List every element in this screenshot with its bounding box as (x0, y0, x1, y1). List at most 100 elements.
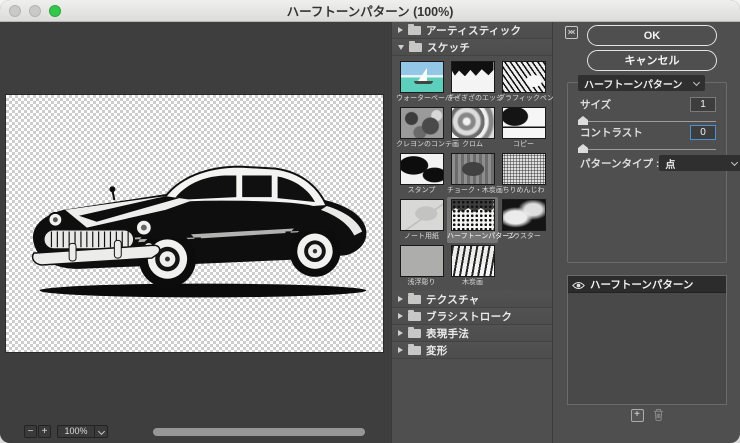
chevron-down-icon (731, 158, 738, 165)
effect-layer-row[interactable]: ハーフトーンパターン (568, 276, 726, 293)
folder-icon (408, 346, 421, 355)
car-preview-image (18, 145, 372, 300)
thumb-note-paper[interactable]: ノート用紙 (396, 197, 447, 243)
category-label: 表現手法 (426, 326, 469, 341)
thumb-label: ちりめんじわ (498, 186, 549, 195)
chevron-down-icon (98, 428, 105, 435)
chevron-right-icon (398, 313, 403, 319)
contrast-slider[interactable] (578, 143, 716, 153)
thumb-label: ウォーターペーパー (396, 94, 447, 103)
thumb-label: ハーフトーンパターン (447, 232, 498, 241)
thumb-torn-edges[interactable]: ぎざぎざのエッジ (447, 59, 498, 105)
chevron-right-icon (398, 347, 403, 353)
slider-track (578, 121, 716, 122)
zoom-level-dropdown[interactable] (94, 425, 108, 438)
thumb-label: チョーク・木炭画 (447, 186, 498, 195)
contrast-input[interactable] (690, 125, 716, 140)
preview-status-bar: − + 100% (0, 419, 391, 443)
thumb-plaster[interactable]: プラスター (498, 197, 549, 243)
window-controls (9, 5, 61, 17)
size-slider[interactable] (578, 115, 716, 125)
toggle-thumbnails-icon[interactable] (565, 26, 578, 39)
new-effect-layer-button[interactable]: + (631, 409, 644, 422)
slider-track (578, 149, 716, 150)
cancel-button[interactable]: キャンセル (587, 50, 717, 71)
category-sketch[interactable]: スケッチ (392, 39, 552, 56)
thumb-image (400, 199, 444, 231)
category-label: ブラシストローク (426, 309, 512, 324)
thumb-label: スタンプ (396, 186, 447, 195)
thumb-chalk-charcoal[interactable]: チョーク・木炭画 (447, 151, 498, 197)
thumb-charcoal[interactable]: 木炭画 (447, 243, 498, 289)
filter-browser-pane: アーティスティック スケッチ ウォーターペーパー ぎざぎざのエッジ グラフィック… (391, 22, 553, 443)
thumb-image (451, 107, 495, 139)
filter-thumbnail-grid: ウォーターペーパー ぎざぎざのエッジ グラフィックペン クレヨンのコンテ画 クロ… (392, 56, 552, 291)
thumb-bas-relief[interactable]: 浅浮彫り (396, 243, 447, 289)
horizontal-scrollbar[interactable] (153, 428, 365, 436)
chevron-down-icon (398, 45, 404, 50)
title-bar[interactable]: ハーフトーンパターン (100%) (0, 0, 740, 22)
thumb-image (502, 153, 546, 185)
effect-layer-actions: + (567, 408, 727, 422)
pattern-type-value: 点 (665, 156, 732, 171)
size-label: サイズ (580, 97, 690, 112)
pattern-type-dropdown[interactable]: 点 (659, 155, 740, 171)
dialog-title: ハーフトーンパターン (100%) (287, 1, 454, 20)
filter-options-group: ハーフトーンパターン サイズ コントラスト パターンタイプ : (567, 82, 727, 263)
thumb-stamp[interactable]: スタンプ (396, 151, 447, 197)
thumb-reticulation[interactable]: ちりめんじわ (498, 151, 549, 197)
visibility-eye-icon[interactable] (568, 276, 586, 293)
zoom-level-value[interactable]: 100% (57, 425, 94, 438)
thumb-image (502, 199, 546, 231)
thumb-graphic-pen[interactable]: グラフィックペン (498, 59, 549, 105)
contrast-row: コントラスト (580, 125, 716, 140)
folder-icon (408, 329, 421, 338)
size-input[interactable] (690, 97, 716, 112)
thumb-image (451, 61, 495, 93)
thumb-image (400, 245, 444, 277)
thumb-label: グラフィックペン (498, 94, 549, 103)
category-artistic[interactable]: アーティスティック (392, 22, 552, 39)
thumb-label: ノート用紙 (396, 232, 447, 241)
image-canvas[interactable] (5, 94, 384, 353)
thumb-image (502, 61, 546, 93)
folder-icon (408, 26, 421, 35)
chevron-right-icon (398, 296, 403, 302)
thumb-image (400, 107, 444, 139)
zoom-out-button[interactable]: − (24, 425, 37, 438)
thumb-chrome[interactable]: クロム (447, 105, 498, 151)
thumb-photocopy[interactable]: コピー (498, 105, 549, 151)
thumb-water-paper[interactable]: ウォーターペーパー (396, 59, 447, 105)
effect-layers-panel: ハーフトーンパターン (567, 275, 727, 405)
thumb-image (451, 153, 495, 185)
thumb-image (451, 199, 495, 231)
category-distort[interactable]: 変形 (392, 342, 552, 359)
ok-button[interactable]: OK (587, 25, 717, 46)
settings-pane: OK キャンセル ハーフトーンパターン サイズ コントラスト (553, 22, 740, 443)
size-row: サイズ (580, 97, 716, 112)
category-brush-strokes[interactable]: ブラシストローク (392, 308, 552, 325)
delete-effect-layer-icon[interactable] (653, 408, 664, 422)
category-label: 変形 (426, 343, 448, 358)
filter-select-dropdown[interactable]: ハーフトーンパターン (578, 75, 705, 91)
folder-icon (408, 295, 421, 304)
thumb-conte-crayon[interactable]: クレヨンのコンテ画 (396, 105, 447, 151)
category-label: スケッチ (427, 40, 470, 55)
close-button[interactable] (9, 5, 21, 17)
fullscreen-button[interactable] (49, 5, 61, 17)
minimize-button[interactable] (29, 5, 41, 17)
thumb-label: クロム (447, 140, 498, 149)
category-stylize[interactable]: 表現手法 (392, 325, 552, 342)
pattern-type-label: パターンタイプ : (580, 156, 659, 171)
slider-thumb[interactable] (578, 116, 588, 125)
effect-layer-name: ハーフトーンパターン (586, 277, 693, 292)
contrast-label: コントラスト (580, 125, 690, 140)
filter-gallery-dialog: ハーフトーンパターン (100%) (0, 0, 740, 443)
slider-thumb[interactable] (578, 144, 588, 153)
category-label: テクスチャ (426, 292, 480, 307)
thumb-label: コピー (498, 140, 549, 149)
thumb-halftone-pattern-selected[interactable]: ハーフトーンパターン (447, 197, 498, 243)
category-texture[interactable]: テクスチャ (392, 291, 552, 308)
preview-pane: − + 100% (0, 22, 391, 443)
zoom-in-button[interactable]: + (38, 425, 51, 438)
